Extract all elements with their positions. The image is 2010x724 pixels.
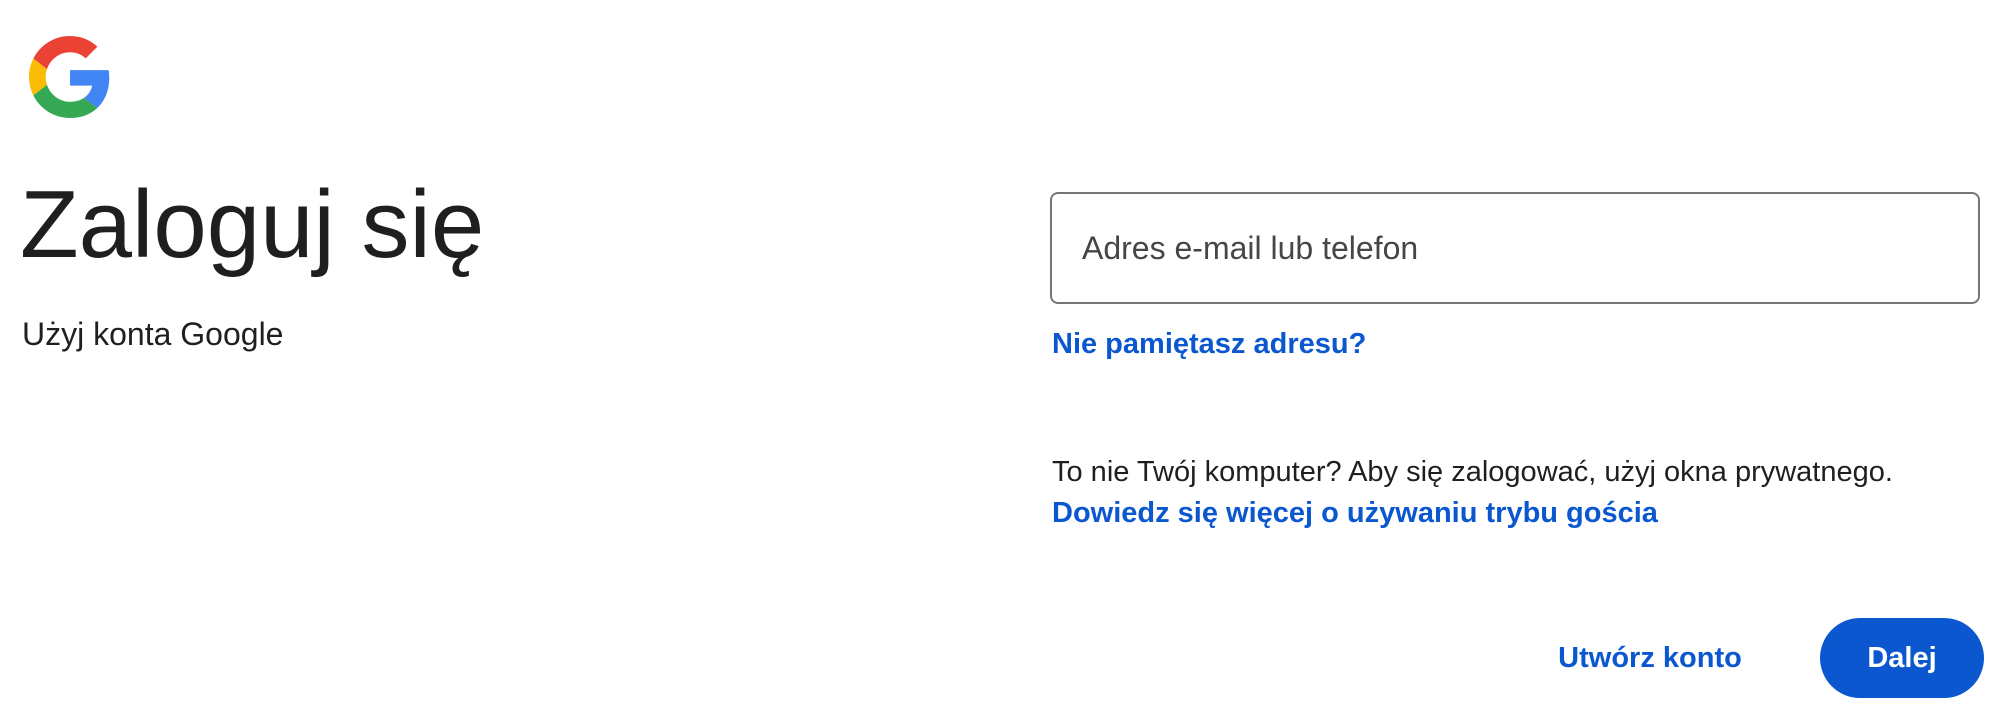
create-account-button[interactable]: Utwórz konto	[1540, 618, 1760, 698]
sign-in-page: Zaloguj się Użyj konta Google Nie pamięt…	[0, 0, 2010, 724]
next-button[interactable]: Dalej	[1820, 618, 1984, 698]
page-title: Zaloguj się	[20, 171, 485, 278]
email-field-container	[1050, 192, 1980, 304]
page-subtitle: Użyj konta Google	[22, 316, 284, 352]
google-g-logo-icon	[29, 36, 110, 118]
forgot-email-link[interactable]: Nie pamiętasz adresu?	[1052, 324, 1366, 364]
guest-mode-learn-more-link[interactable]: Dowiedz się więcej o używaniu trybu gośc…	[1052, 493, 1658, 533]
google-logo-icon	[29, 36, 111, 118]
email-input[interactable]	[1082, 194, 1942, 302]
guest-mode-info-text: To nie Twój komputer? Aby się zalogować,…	[1052, 456, 1893, 488]
